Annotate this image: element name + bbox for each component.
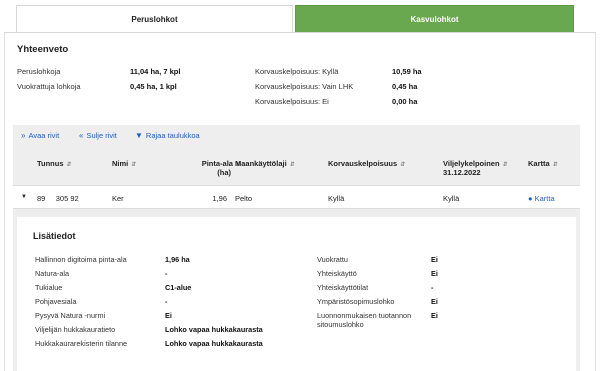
detail-label: Tukialue [35,283,63,292]
summary-label-eligible-lhk: Korvauskelpoisuus: Vain LHK [255,82,354,91]
summary-value-base-blocks: 11,04 ha, 7 kpl [130,67,181,76]
column-header-land-use[interactable]: Maankäyttölaji ⇵ [235,159,295,168]
detail-label: Natura-ala [35,269,70,278]
detail-label: Yhteiskäyttötilat [317,283,369,292]
cell-name: Ker [112,194,124,203]
summary-label-base-blocks: Peruslohkoja [17,67,61,76]
summary-label-eligible-yes: Korvauskelpoisuus: Kyllä [255,67,339,76]
summary-value-eligible-yes: 10,59 ha [392,67,422,76]
blocks-table: » Avaa rivit « Sulje rivit ▼ Rajaa taulu… [13,125,580,371]
detail-value: C1-alue [165,283,192,292]
cell-area: 1,96 [212,194,227,203]
collapse-rows-label: Sulje rivit [86,131,117,140]
detail-label: Ympäristösopimuslohko [317,297,395,306]
column-header-name[interactable]: Nimi ⇵ [112,159,136,168]
detail-label: Pysyvä Natura -nurmi [35,311,106,320]
expand-rows-label: Avaa rivit [28,131,60,140]
column-header-eligibility[interactable]: Korvauskelpoisuus ⇵ [328,159,405,168]
column-header-map[interactable]: Kartta ⇵ [528,159,558,168]
details-title: Lisätiedot [33,231,76,241]
table-toolbar: » Avaa rivit « Sulje rivit ▼ Rajaa taulu… [13,125,580,147]
detail-label: Luonnonmukaisen tuotannon sitoumuslohko [317,311,412,329]
cell-farmable: Kyllä [443,194,460,203]
sort-icon: ⇵ [400,162,406,168]
map-pin-icon: ● [528,194,533,203]
detail-value: Lohko vapaa hukkakaurasta [165,339,263,348]
detail-label: Pohjavesiala [35,297,77,306]
tab-peruslohkot[interactable]: Peruslohkot [16,5,293,33]
detail-label: Hallinnon digitoima pinta-ala [35,255,127,264]
detail-value: - [431,283,434,292]
detail-value: - [165,269,168,278]
double-chevron-up-icon: « [79,131,84,140]
detail-label: Hukkakaurarekisterin tilanne [35,339,128,348]
filter-table-label: Rajaa taulukkoa [145,131,200,140]
sort-icon: ⇵ [552,162,558,168]
detail-value: Ei [431,269,438,278]
column-header-id[interactable]: Tunnus ⇵ [37,159,72,168]
detail-value: Lohko vapaa hukkakaurasta [165,325,263,334]
column-header-area[interactable]: Pinta-ala ⇵ (ha) [191,159,241,177]
table-row[interactable]: ▼ 89 305 92 Ker 1,96 Pelto Kyllä Kyllä ●… [13,185,580,209]
cell-eligibility: Kyllä [328,194,345,203]
double-chevron-down-icon: » [21,131,26,140]
detail-value: - [165,297,168,306]
summary-value-eligible-no: 0,00 ha [392,97,418,106]
sort-icon: ⇵ [66,162,72,168]
column-header-farmable[interactable]: Viljelykelpoinen ⇵ 31.12.2022 [443,159,508,177]
cell-id: 89 305 92 [37,194,79,203]
filter-table-button[interactable]: ▼ Rajaa taulukkoa [135,131,200,140]
map-link[interactable]: ● Kartta [528,194,555,203]
tab-bar: Peruslohkot Kasvulohkot [0,0,601,33]
detail-value: Ei [431,297,438,306]
detail-label: Yhteiskäyttö [317,269,357,278]
sort-icon: ⇵ [131,162,137,168]
filter-icon: ▼ [135,131,143,140]
expand-rows-button[interactable]: » Avaa rivit [21,131,59,140]
detail-value: 1,96 ha [165,255,190,264]
detail-value: Ei [431,255,438,264]
cell-land-use: Pelto [235,194,253,203]
detail-label: Viljelijän hukkakauratieto [35,325,116,334]
details-panel: Lisätiedot Hallinnon digitoima pinta-ala… [17,217,576,371]
summary-label-eligible-no: Korvauskelpoisuus: Ei [255,97,329,106]
collapse-rows-button[interactable]: « Sulje rivit [79,131,117,140]
summary-label-rented-blocks: Vuokrattuja lohkoja [17,82,81,91]
summary-value-rented-blocks: 0,45 ha, 1 kpl [130,82,177,91]
caret-down-icon[interactable]: ▼ [21,194,27,200]
summary-value-eligible-lhk: 0,45 ha [392,82,418,91]
content-panel: Yhteenveto Peruslohkoja 11,04 ha, 7 kpl … [4,32,596,371]
sort-icon: ⇵ [289,162,295,168]
sort-icon: ⇵ [502,162,508,168]
detail-value: Ei [431,311,438,320]
detail-value: Ei [165,311,172,320]
detail-label: Vuokrattu [317,255,348,264]
summary-title: Yhteenveto [17,44,69,55]
tab-kasvulohkot[interactable]: Kasvulohkot [295,5,574,33]
